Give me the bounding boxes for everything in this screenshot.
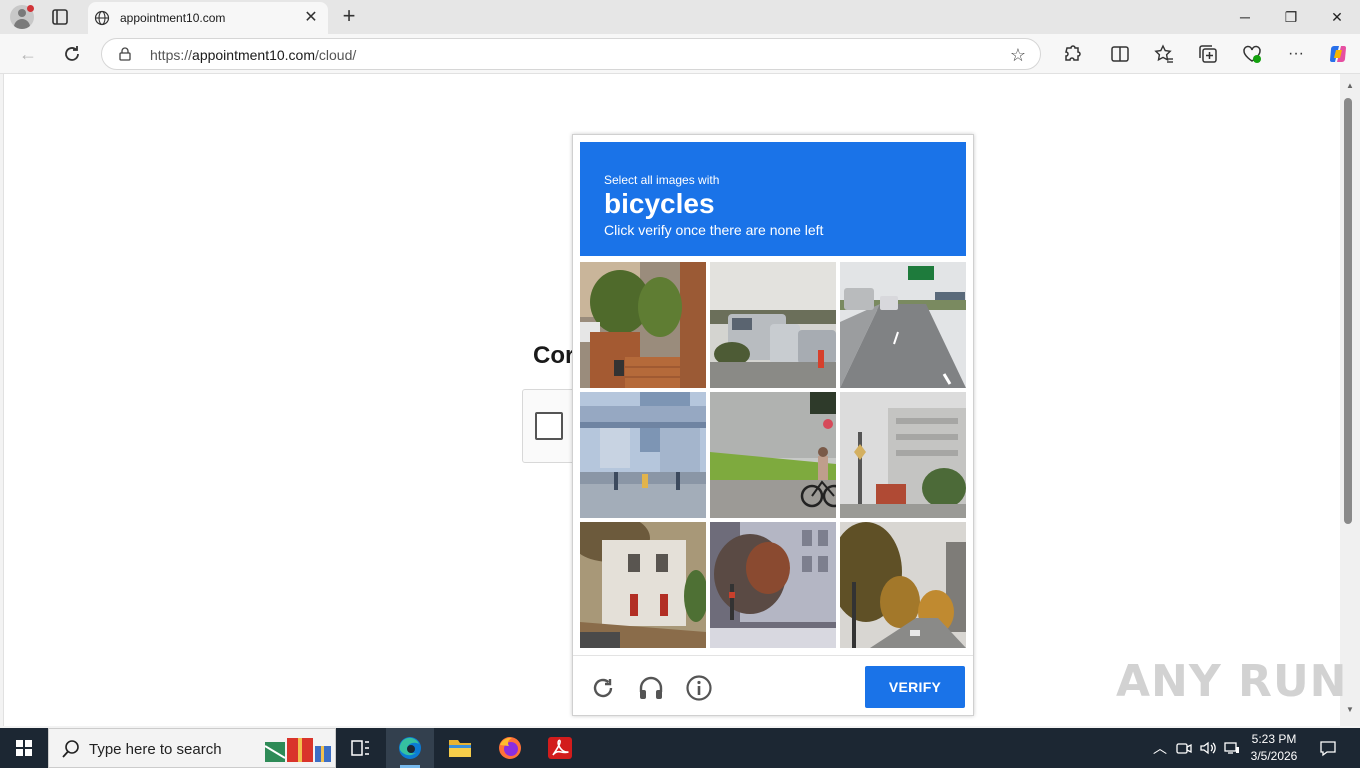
verify-button[interactable]: VERIFY xyxy=(865,666,965,708)
info-icon[interactable] xyxy=(685,674,713,702)
search-icon xyxy=(62,740,79,758)
search-placeholder: Type here to search xyxy=(89,741,222,758)
captcha-tile-8[interactable] xyxy=(710,522,836,648)
profile-notification-dot xyxy=(27,5,34,12)
scroll-up-icon[interactable]: ▲ xyxy=(1344,80,1356,92)
captcha-tile-3[interactable] xyxy=(840,262,966,388)
captcha-subinstruction: Click verify once there are none left xyxy=(604,222,824,238)
captcha-header: Select all images with bicycles Click ve… xyxy=(580,142,966,256)
captcha-tile-grid xyxy=(580,262,966,648)
show-hidden-icons-chevron-icon[interactable]: ︿ xyxy=(1150,738,1170,758)
captcha-checkbox[interactable] xyxy=(535,412,563,440)
browser-tab-strip: appointment10.com ✕ + ─ ❐ ✕ xyxy=(0,0,1360,34)
collections-icon[interactable] xyxy=(1197,43,1219,65)
captcha-tile-7[interactable] xyxy=(580,522,706,648)
captcha-tile-6[interactable] xyxy=(840,392,966,518)
tab-actions-icon[interactable] xyxy=(50,7,70,27)
copilot-icon[interactable] xyxy=(1327,43,1349,65)
clock-date: 3/5/2026 xyxy=(1250,749,1298,763)
new-tab-icon[interactable]: + xyxy=(338,5,360,28)
captcha-tile-4[interactable] xyxy=(580,392,706,518)
scrollbar-thumb[interactable] xyxy=(1344,98,1352,524)
favorites-icon[interactable] xyxy=(1153,43,1175,65)
acrobat-reader-icon[interactable] xyxy=(536,728,584,768)
firefox-icon[interactable] xyxy=(486,728,534,768)
window-close-icon[interactable]: ✕ xyxy=(1314,0,1360,34)
minimize-icon[interactable]: ─ xyxy=(1222,0,1268,34)
windows-start-icon[interactable] xyxy=(0,728,48,768)
page-heading: Cor xyxy=(533,342,575,369)
tab-close-icon[interactable]: ✕ xyxy=(302,9,320,27)
extensions-icon[interactable] xyxy=(1061,43,1083,65)
reload-icon[interactable] xyxy=(589,674,617,702)
refresh-icon[interactable] xyxy=(60,42,84,66)
captcha-tile-2[interactable] xyxy=(710,262,836,388)
lock-icon[interactable] xyxy=(118,47,132,61)
headphones-icon[interactable] xyxy=(637,674,665,702)
tab-title: appointment10.com xyxy=(120,11,226,25)
volume-icon[interactable] xyxy=(1198,738,1218,758)
browser-toolbar: ← https://appointment10.com/cloud/ ☆ ··· xyxy=(0,34,1360,74)
taskbar-edge-app[interactable] xyxy=(386,728,434,768)
system-clock[interactable]: 5:23 PM 3/5/2026 xyxy=(1246,731,1302,765)
anyrun-watermark: ANY RUN xyxy=(1116,656,1348,707)
back-arrow-icon[interactable]: ← xyxy=(16,42,40,66)
captcha-tile-9[interactable] xyxy=(840,522,966,648)
file-explorer-icon[interactable] xyxy=(436,728,484,768)
page-scrollbar[interactable]: ▲ ▼ xyxy=(1340,74,1360,726)
clock-time: 5:23 PM xyxy=(1251,732,1297,746)
captcha-footer: VERIFY xyxy=(573,655,973,715)
captcha-target: bicycles xyxy=(604,188,715,219)
address-bar[interactable]: https://appointment10.com/cloud/ ☆ xyxy=(101,38,1041,70)
more-options-icon[interactable]: ··· xyxy=(1284,42,1308,66)
captcha-instruction: Select all images with xyxy=(604,173,720,187)
globe-icon xyxy=(94,10,110,26)
restore-icon[interactable]: ❐ xyxy=(1268,0,1314,34)
meet-now-icon[interactable] xyxy=(1174,738,1194,758)
captcha-tile-1[interactable] xyxy=(580,262,706,388)
network-icon[interactable] xyxy=(1222,738,1242,758)
taskbar-search-box[interactable]: Type here to search xyxy=(48,728,336,768)
favorite-star-icon[interactable]: ☆ xyxy=(1008,45,1028,65)
task-view-icon[interactable] xyxy=(336,728,384,768)
captcha-dialog: Select all images with bicycles Click ve… xyxy=(572,134,974,716)
notification-center-icon[interactable] xyxy=(1318,738,1338,758)
url-text: https://appointment10.com/cloud/ xyxy=(150,47,357,63)
windows-taskbar: Type here to search ︿ 5:23 PM 3/5/2026 xyxy=(0,728,1360,768)
browser-essentials-icon[interactable] xyxy=(1241,43,1263,65)
browser-tab-active[interactable]: appointment10.com ✕ xyxy=(88,2,328,34)
edge-icon xyxy=(399,737,421,759)
split-screen-icon[interactable] xyxy=(1109,43,1131,65)
gift-boxes-icon[interactable] xyxy=(263,734,333,764)
captcha-tile-5[interactable] xyxy=(710,392,836,518)
